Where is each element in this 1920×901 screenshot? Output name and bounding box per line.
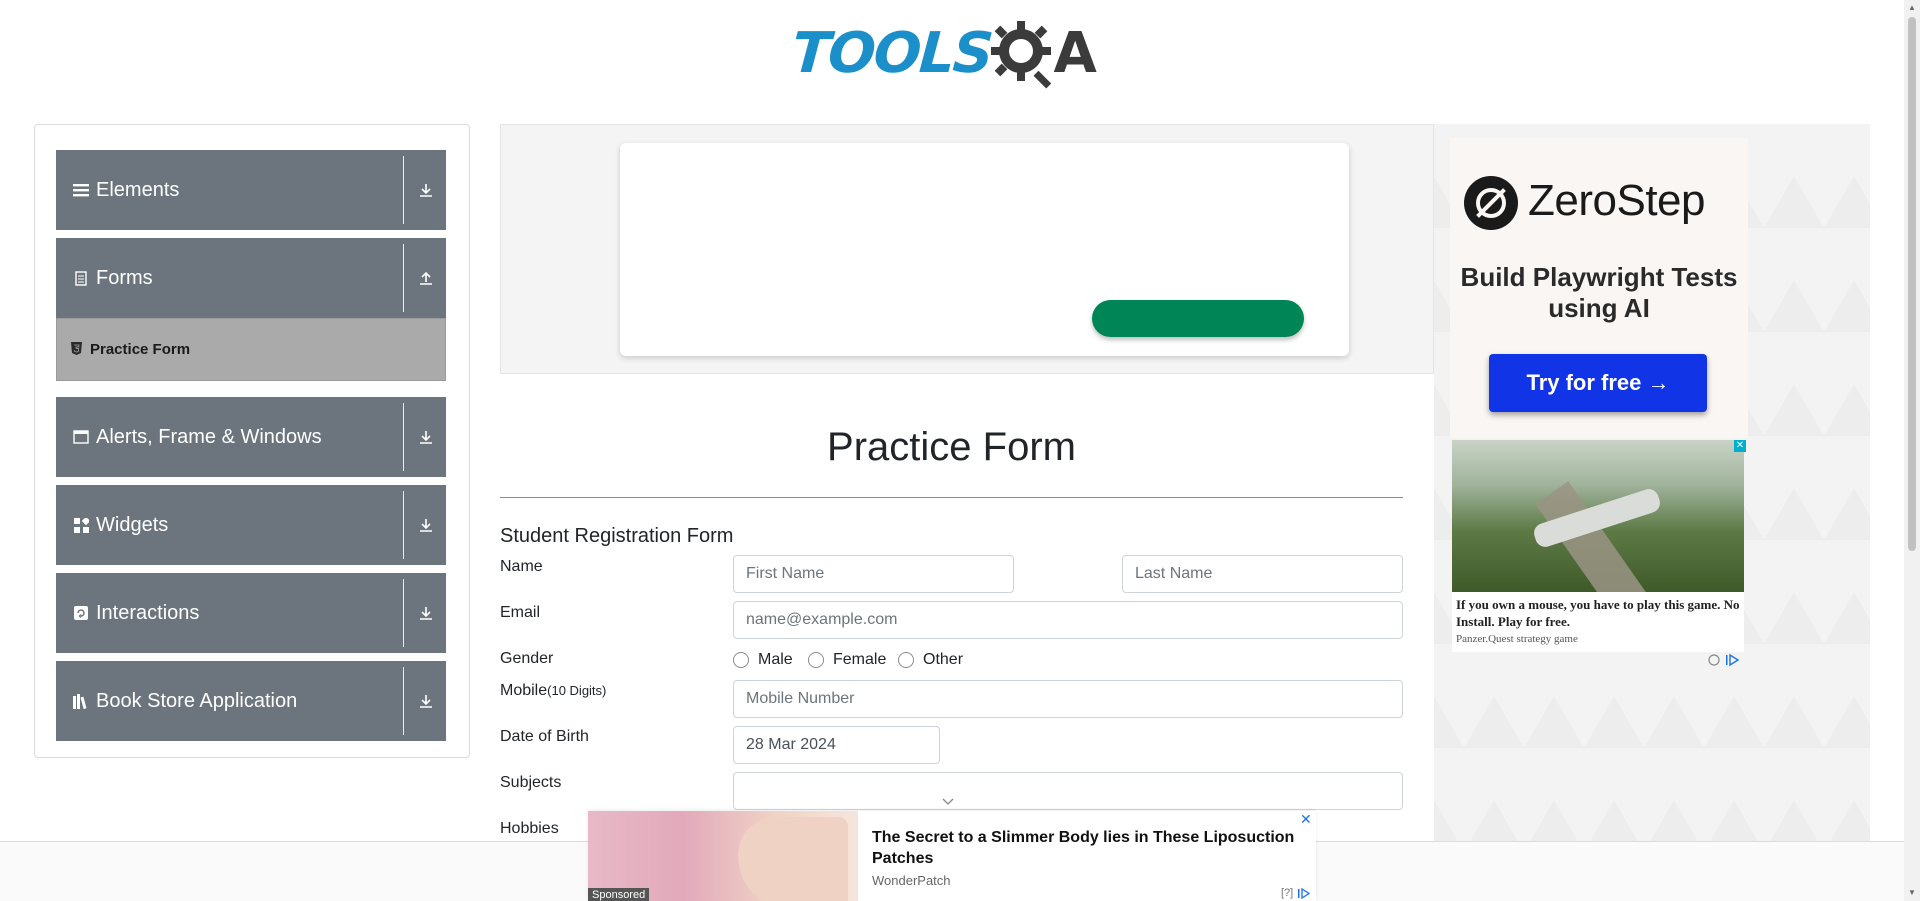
bottom-ad-hand: [738, 817, 848, 901]
try-for-free-button[interactable]: Try for free →: [1489, 354, 1707, 412]
radio-label: Female: [833, 651, 887, 668]
gender-radio-male[interactable]: Male: [733, 651, 793, 669]
scroll-down-icon[interactable]: ▼: [1907, 889, 1917, 897]
dob-label: Date of Birth: [500, 728, 589, 745]
email-label: Email: [500, 604, 541, 621]
name-label: Name: [500, 558, 543, 575]
divider: [403, 667, 404, 735]
sidebar-group-book-store[interactable]: Book Store Application: [56, 661, 446, 741]
download-arrow-icon[interactable]: [414, 513, 438, 537]
mobile-input[interactable]: Mobile Number: [733, 680, 1403, 718]
gear-magnifier-icon: [991, 21, 1052, 89]
sidebar-group-label: Elements: [96, 178, 180, 201]
email-input[interactable]: name@example.com: [733, 601, 1403, 639]
ad-info-text: [?]: [1281, 887, 1294, 899]
sidebar-group-label: Interactions: [96, 601, 200, 624]
last-name-input[interactable]: Last Name: [1122, 555, 1403, 593]
subjects-label: Subjects: [500, 774, 562, 791]
zerostep-brand: ZeroStep: [1528, 176, 1705, 225]
mobile-hint: (10 Digits): [547, 683, 607, 698]
sidebar-group-interactions[interactable]: Interactions: [56, 573, 446, 653]
sidebar-group-alerts[interactable]: Alerts, Frame & Windows: [56, 397, 446, 477]
radio-circle[interactable]: [898, 652, 914, 668]
title-divider: [500, 497, 1403, 498]
toolsqa-logo[interactable]: TOOLS A: [789, 16, 1114, 90]
radio-label: Other: [923, 651, 964, 668]
upload-arrow-icon[interactable]: [414, 266, 438, 290]
bottom-ad[interactable]: Sponsored The Secret to a Slimmer Body l…: [588, 811, 1316, 901]
download-arrow-icon[interactable]: [414, 601, 438, 625]
sponsored-badge: Sponsored: [588, 888, 650, 901]
download-arrow-icon[interactable]: [414, 178, 438, 202]
books-icon: [72, 692, 90, 710]
interactions-icon: [72, 604, 90, 622]
date-of-birth-input[interactable]: 28 Mar 2024: [733, 726, 940, 764]
first-name-input[interactable]: First Name: [733, 555, 1014, 593]
download-arrow-icon[interactable]: [414, 425, 438, 449]
game-ad-text[interactable]: If you own a mouse, you have to play thi…: [1452, 592, 1744, 652]
divider: [403, 579, 404, 647]
chevron-down-icon[interactable]: [942, 795, 954, 807]
logo-text-tools: TOOLS: [789, 20, 994, 86]
hobbies-label: Hobbies: [500, 820, 559, 837]
adchoices-icon[interactable]: [1708, 653, 1744, 670]
divider: [403, 244, 404, 312]
mobile-label: Mobile(10 Digits): [500, 682, 606, 700]
window-icon: [72, 428, 90, 446]
gender-radio-female[interactable]: Female: [808, 651, 886, 669]
scroll-up-icon[interactable]: ▲: [1907, 4, 1917, 12]
sidebar-group-label: Alerts, Frame & Windows: [96, 425, 322, 448]
radio-circle[interactable]: [808, 652, 824, 668]
sidebar-group-widgets[interactable]: Widgets: [56, 485, 446, 565]
sidebar-item-practice-form[interactable]: Practice Form: [56, 318, 446, 381]
bottom-ad-title[interactable]: The Secret to a Slimmer Body lies in The…: [872, 827, 1302, 869]
close-icon[interactable]: ✕: [1734, 440, 1746, 452]
gender-radio-other[interactable]: Other: [898, 651, 963, 669]
sidebar-group-label: Book Store Application: [96, 689, 298, 712]
download-arrow-icon[interactable]: [414, 689, 438, 713]
sidebar-group-forms[interactable]: Forms: [56, 238, 446, 318]
page-title: Practice Form: [827, 425, 1076, 469]
hamburger-icon: [72, 181, 90, 199]
page: TOOLS A Elements Forms Practice Form Ale…: [0, 0, 1920, 901]
sidebar-group-label: Widgets: [96, 513, 169, 536]
zerostep-tagline: Build Playwright Tests using AI: [1460, 262, 1738, 323]
divider: [403, 156, 404, 224]
sidebar: Elements Forms Practice Form Alerts, Fra…: [34, 124, 470, 758]
top-ad-button[interactable]: [1092, 300, 1304, 337]
divider: [403, 403, 404, 471]
widgets-icon: [72, 516, 90, 534]
game-ad-title: If you own a mouse, you have to play thi…: [1456, 597, 1740, 629]
scrollbar-thumb[interactable]: [1908, 17, 1916, 551]
document-icon: [72, 269, 90, 287]
sidebar-item-label: Practice Form: [90, 341, 191, 358]
subjects-input[interactable]: [733, 772, 1403, 810]
divider: [403, 491, 404, 559]
bottom-ad-source: WonderPatch: [872, 873, 951, 888]
game-ad-image[interactable]: [1452, 440, 1744, 592]
radio-label: Male: [758, 651, 793, 668]
form-subtitle: Student Registration Form: [500, 525, 734, 547]
game-ad-source: Panzer.Quest strategy game: [1456, 633, 1578, 645]
sidebar-group-label: Forms: [96, 266, 153, 289]
gender-label: Gender: [500, 650, 554, 667]
mobile-label-text: Mobile: [500, 682, 548, 699]
logo-text-a: A: [1053, 20, 1097, 86]
radio-circle[interactable]: [733, 652, 749, 668]
ad-info-icon[interactable]: [?]: [1281, 887, 1312, 899]
close-icon[interactable]: ✕: [1300, 811, 1312, 828]
sidebar-group-elements[interactable]: Elements: [56, 150, 446, 230]
html5-icon: [71, 341, 82, 358]
